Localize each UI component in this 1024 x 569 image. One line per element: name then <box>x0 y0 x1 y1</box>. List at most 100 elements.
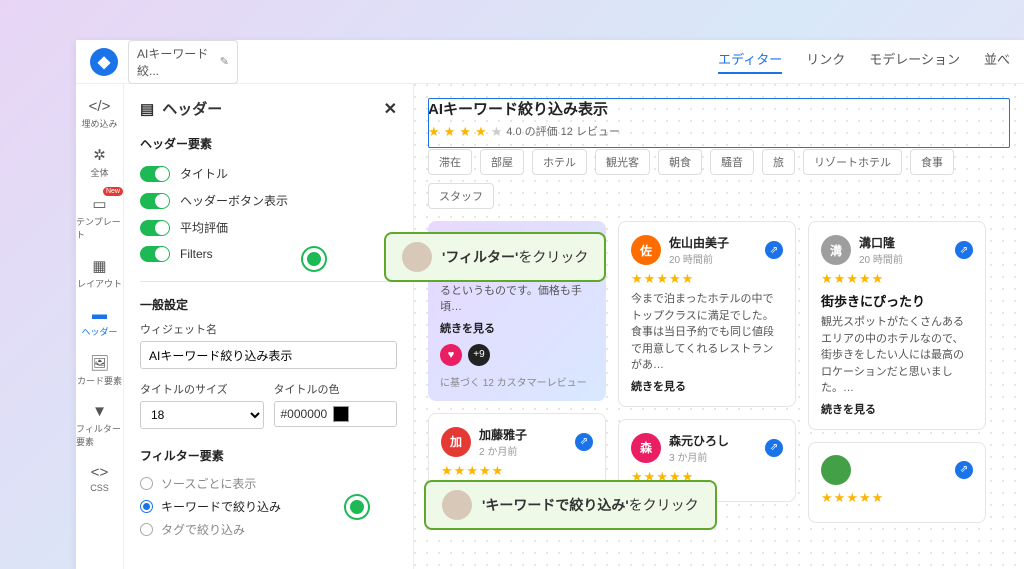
review-time: 20 時間前 <box>669 251 729 266</box>
close-icon[interactable]: ✕ <box>384 99 397 119</box>
rail-all[interactable]: ✲全体 <box>76 142 123 183</box>
filter-icon: ▼ <box>92 403 107 420</box>
avatar: 佐 <box>631 235 661 265</box>
settings-panel: ▤ ヘッダー ✕ ヘッダー要素 タイトル ヘッダーボタン表示 平均評価 Filt… <box>124 84 414 569</box>
rating-text: 4.0 の評価 12 レビュー <box>506 123 620 139</box>
review-time: 20 時間前 <box>859 251 903 266</box>
rail-template[interactable]: New▭テンプレート <box>76 191 123 245</box>
preview-title: AIキーワード絞り込み表示 <box>428 98 1010 119</box>
chip[interactable]: 旅 <box>762 149 795 175</box>
image-icon: 🖼 <box>90 354 109 372</box>
pencil-icon: ✎ <box>220 55 229 68</box>
link-icon[interactable]: ⇗ <box>955 241 973 259</box>
review-card: ⇗ ★★★★★ <box>808 442 986 523</box>
new-badge: New <box>103 187 123 196</box>
chip[interactable]: 観光客 <box>595 149 650 175</box>
chip[interactable]: スタッフ <box>428 183 494 209</box>
toggle-switch[interactable] <box>140 220 170 236</box>
read-more[interactable]: 続きを見る <box>631 378 783 394</box>
read-more[interactable]: 続きを見る <box>440 320 594 336</box>
rail-embed[interactable]: </>埋め込み <box>76 94 123 134</box>
panel-header: ▤ ヘッダー ✕ <box>140 98 397 119</box>
based-on: に基づく 12 カスタマーレビュー <box>440 374 594 389</box>
review-title: 街歩きにぴったり <box>821 291 973 310</box>
title-input-text: AIキーワード絞... <box>137 45 214 79</box>
radio-icon <box>140 523 153 536</box>
link-icon[interactable]: ⇗ <box>955 461 973 479</box>
sparkle-icon: ✲ <box>93 146 106 164</box>
top-tabs: エディター リンク モデレーション 並べ <box>718 49 1010 74</box>
section-elements: ヘッダー要素 <box>140 135 397 152</box>
toggle-header-button: ヘッダーボタン表示 <box>140 187 397 214</box>
review-time: 2 か月前 <box>479 443 527 458</box>
rail-card[interactable]: 🖼カード要素 <box>76 350 123 391</box>
read-more[interactable]: 続きを見る <box>821 401 973 417</box>
avatar: 溝 <box>821 235 851 265</box>
reviewer-name: 森元ひろし <box>669 432 729 449</box>
highlight-dot <box>303 248 325 270</box>
radio-source[interactable]: ソースごとに表示 <box>140 472 397 495</box>
window-icon: ▤ <box>140 100 154 118</box>
avatar <box>821 455 851 485</box>
link-icon[interactable]: ⇗ <box>575 433 593 451</box>
review-time: 3 か月前 <box>669 449 729 464</box>
header-icon: ▬ <box>92 306 107 323</box>
layout-icon: ▦ <box>92 257 106 275</box>
rail-filter[interactable]: ▼フィルター要素 <box>76 399 123 452</box>
more-badge[interactable]: +9 <box>468 344 490 366</box>
app-logo-icon: ◆ <box>90 48 118 76</box>
chip[interactable]: 部屋 <box>480 149 524 175</box>
chip[interactable]: 滞在 <box>428 149 472 175</box>
review-card: 佐佐山由美子20 時間前⇗ ★★★★★ 今まで泊まったホテルの中でトップクラスに… <box>618 221 796 407</box>
review-text: 今まで泊まったホテルの中でトップクラスに満足でした。 食事は当日予約でも同じ値段… <box>631 291 783 374</box>
star-icon: ★ <box>491 125 503 138</box>
toggle-title: タイトル <box>140 160 397 187</box>
chip[interactable]: 朝食 <box>658 149 702 175</box>
toggle-switch[interactable] <box>140 246 170 262</box>
link-icon[interactable]: ⇗ <box>765 241 783 259</box>
css-icon: <> <box>91 464 109 481</box>
widget-name-input[interactable] <box>140 341 397 369</box>
title-color-input[interactable]: #000000 <box>274 401 398 427</box>
review-text: 観光スポットがたくさんあるエリアの中のホテルなので、街歩きをしたい人には最高のロ… <box>821 314 973 397</box>
star-icon: ★ <box>444 125 456 138</box>
section-general: 一般設定 <box>140 296 397 313</box>
tab-sort[interactable]: 並べ <box>984 49 1010 74</box>
radio-tag[interactable]: タグで絞り込み <box>140 518 397 541</box>
section-filter: フィルター要素 <box>140 447 397 464</box>
chip[interactable]: 騒音 <box>710 149 754 175</box>
rail-header[interactable]: ▬ヘッダー <box>76 302 123 342</box>
radio-icon <box>140 477 153 490</box>
chip[interactable]: 食事 <box>910 149 954 175</box>
title-size-label: タイトルのサイズ <box>140 381 264 397</box>
rail-layout[interactable]: ▦レイアウト <box>76 253 123 294</box>
title-size-select[interactable]: 18 <box>140 401 264 429</box>
widget-name-label: ウィジェット名 <box>140 321 397 337</box>
avatar: 加 <box>441 427 471 457</box>
review-card: 溝溝口隆20 時間前⇗ ★★★★★ 街歩きにぴったり 観光スポットがたくさんある… <box>808 221 986 430</box>
reviewer-name: 溝口隆 <box>859 234 903 251</box>
chip[interactable]: ホテル <box>532 149 587 175</box>
toggle-switch[interactable] <box>140 166 170 182</box>
widget-title-input[interactable]: AIキーワード絞... ✎ <box>128 40 238 84</box>
rail-css[interactable]: <>CSS <box>76 460 123 497</box>
title-color-label: タイトルの色 <box>274 381 398 397</box>
reactions: ♥ +9 <box>440 344 594 366</box>
chip[interactable]: リゾートホテル <box>803 149 902 175</box>
reviewer-name: 加藤雅子 <box>479 426 527 443</box>
topbar: ◆ AIキーワード絞... ✎ エディター リンク モデレーション 並べ <box>76 40 1024 84</box>
avatar: 森 <box>631 433 661 463</box>
template-icon: ▭ <box>92 195 106 213</box>
toggle-filters: Filters <box>140 241 397 267</box>
tab-editor[interactable]: エディター <box>718 49 782 74</box>
toggle-switch[interactable] <box>140 193 170 209</box>
star-icon: ★ <box>459 125 471 138</box>
star-icon: ★ <box>428 125 440 138</box>
panel-title: ヘッダー <box>162 98 222 119</box>
highlight-dot <box>346 496 368 518</box>
tab-moderation[interactable]: モデレーション <box>869 49 960 74</box>
filter-chips: 滞在 部屋 ホテル 観光客 朝食 騒音 旅 リゾートホテル 食事 スタッフ <box>428 149 1010 209</box>
tab-link[interactable]: リンク <box>806 49 845 74</box>
heart-icon[interactable]: ♥ <box>440 344 462 366</box>
link-icon[interactable]: ⇗ <box>765 439 783 457</box>
